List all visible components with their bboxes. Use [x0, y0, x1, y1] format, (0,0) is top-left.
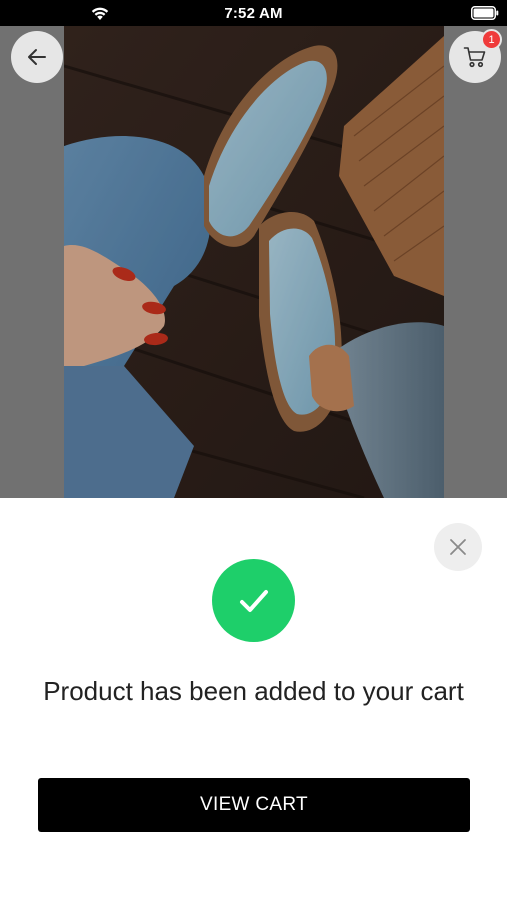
cart-icon	[463, 47, 486, 68]
added-to-cart-sheet: Product has been added to your cart VIEW…	[0, 498, 507, 900]
status-bar: 7:52 AM	[0, 0, 507, 26]
battery-icon	[471, 6, 499, 20]
cart-button[interactable]: 1	[449, 29, 502, 83]
checkmark-icon	[239, 589, 268, 612]
success-badge	[212, 559, 295, 642]
close-icon	[450, 539, 466, 555]
image-dim-overlay	[0, 26, 507, 498]
status-time: 7:52 AM	[224, 5, 283, 22]
back-button[interactable]	[11, 31, 63, 83]
cart-badge: 1	[481, 29, 502, 50]
view-cart-button[interactable]: VIEW CART	[38, 778, 470, 832]
product-image-area	[0, 26, 507, 498]
close-button[interactable]	[434, 523, 482, 571]
arrow-left-icon	[28, 49, 46, 65]
success-message: Product has been added to your cart	[43, 676, 464, 706]
screen: 7:52 AM 1 Product has been added to your…	[0, 0, 507, 900]
